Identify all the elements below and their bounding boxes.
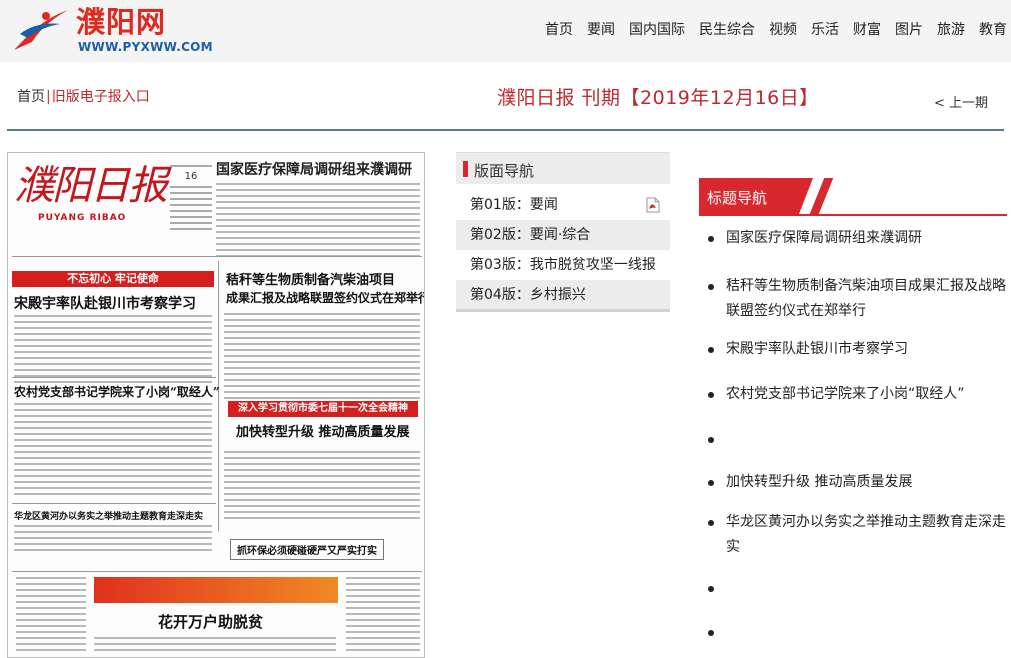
headline[interactable]: 秸秆等生物质制备汽柴油项目 [226,269,395,288]
title-item[interactable] [699,576,1009,620]
text-block [346,577,420,655]
headline[interactable]: 农村党支部书记学院来了小岗“取经人” [14,383,220,400]
edition-nav-title: 版面导航 [474,162,535,180]
title-item[interactable] [699,620,1009,650]
nav-item-video[interactable]: 视频 [762,20,804,40]
edition-item-label: 第02版：要闻·综合 [470,227,591,243]
title-item[interactable]: 华龙区黄河办以务实之举推动主题教育走深走实 [699,510,1009,576]
title-item-label: 宋殿宇率队赴银川市考察学习 [726,341,908,357]
section-band: 不忘初心 牢记使命 [12,271,214,287]
text-block [216,183,420,261]
edition-list: 第01版：要闻 第02版：要闻·综合 第03版：我市脱贫攻坚一线报 第04版：乡… [456,190,670,310]
bullet-icon [708,437,714,443]
logo-swoosh-icon [14,10,68,50]
logo-url: WWW.PYXWW.COM [78,40,213,54]
text-block [16,577,86,655]
edition-nav-header: 版面导航 [456,152,670,184]
newspaper-page-image[interactable]: 濮阳日报 PUYANG RIBAO 16 国家医疗保障局调研组来濮调研 不忘初心… [7,152,425,658]
nav-item-news[interactable]: 要闻 [580,20,622,40]
text-block [224,451,420,523]
nav-item-finance[interactable]: 财富 [846,20,888,40]
accent-stripe [809,178,834,214]
nav-item-lifestyle[interactable]: 乐活 [804,20,846,40]
bullet-icon [708,520,714,526]
title-item-label: 加快转型升级 推动高质量发展 [726,474,913,490]
section-band: 深入学习贯彻市委七届十一次全会精神 [228,401,418,417]
title-item-label: 秸秆等生物质制备汽柴油项目成果汇报及战略联盟签约仪式在郑举行 [726,278,1006,319]
edition-item-01[interactable]: 第01版：要闻 [456,190,670,220]
title-item-label: 国家医疗保障局调研组来濮调研 [726,230,922,246]
bullet-icon [708,630,714,636]
title-item[interactable]: 加快转型升级 推动高质量发展 [699,470,1009,510]
issue-title: 濮阳日报 刊期【2019年12月16日】 [497,87,819,109]
breadcrumb-old-edition-link[interactable]: 旧版电子报入口 [52,89,150,105]
text-block [94,637,336,655]
title-item[interactable]: 秸秆等生物质制备汽柴油项目成果汇报及战略联盟签约仪式在郑举行 [699,274,1009,337]
bullet-icon [708,586,714,592]
site-header: 濮阳网 WWW.PYXWW.COM 首页 要闻 国内国际 民生综合 视频 乐活 … [0,0,1011,62]
edition-item-label: 第03版：我市脱贫攻坚一线报 [470,257,656,273]
lead-headline[interactable]: 国家医疗保障局调研组来濮调研 [216,159,412,179]
title-nav-title: 标题导航 [707,189,768,207]
text-block [14,403,212,499]
title-nav-header: 标题导航 [699,178,1007,216]
headline[interactable]: 成果汇报及战略联盟签约仪式在郑举行 [226,289,424,306]
edition-item-label: 第04版：乡村振兴 [470,287,586,303]
site-logo[interactable]: 濮阳网 WWW.PYXWW.COM [10,4,213,56]
edition-nav-bottom-rule [456,309,670,312]
page-rule [12,377,216,378]
nav-item-education[interactable]: 教育 [972,20,1007,40]
main-nav: 首页 要闻 国内国际 民生综合 视频 乐活 财富 图片 旅游 教育 [538,20,1007,40]
edition-item-02[interactable]: 第02版：要闻·综合 [456,220,670,250]
bullet-icon [708,236,714,242]
previous-issue-link[interactable]: < 上一期 [934,92,988,111]
newspaper-masthead: 濮阳日报 PUYANG RIBAO [14,161,168,225]
headline[interactable]: 宋殿宇率队赴银川市考察学习 [14,293,196,313]
title-item[interactable]: 农村党支部书记学院来了小岗“取经人” [699,382,1009,427]
page-rule [12,571,422,572]
page-rule [12,256,422,257]
breadcrumb-separator: | [46,89,51,105]
accent-bar [463,161,468,177]
page-rule [12,503,216,504]
title-item-label: 农村党支部书记学院来了小岗“取经人” [726,386,965,402]
masthead-english: PUYANG RIBAO [38,213,127,223]
breadcrumb: 首页|旧版电子报入口 [17,86,150,106]
feature-banner [94,577,338,603]
bullet-icon [708,480,714,486]
title-list: 国家医疗保障局调研组来濮调研 秸秆等生物质制备汽柴油项目成果汇报及战略联盟签约仪… [699,226,1009,650]
date-day: 16 [184,171,198,182]
bullet-icon [708,284,714,290]
headline[interactable]: 抓环保必须硬碰硬严又严实打实 [230,539,384,560]
title-nav-tab: 标题导航 [699,178,813,214]
edition-item-04[interactable]: 第04版：乡村振兴 [456,280,670,310]
breadcrumb-home-link[interactable]: 首页 [17,89,45,105]
logo-text: 濮阳网 [76,5,167,39]
header-divider [7,129,1004,131]
text-block [224,313,420,403]
nav-item-photos[interactable]: 图片 [888,20,930,40]
nav-item-travel[interactable]: 旅游 [930,20,972,40]
headline[interactable]: 花开万户助脱贫 [158,611,263,632]
title-item-label: 华龙区黄河办以务实之举推动主题教育走深走实 [726,514,1006,555]
pdf-icon[interactable] [646,197,660,213]
date-block: 16 [170,161,212,253]
masthead-title: 濮阳日报 [14,163,168,209]
bullet-icon [708,392,714,398]
nav-item-world[interactable]: 国内国际 [622,20,692,40]
title-item[interactable] [699,427,1009,470]
nav-item-home[interactable]: 首页 [538,20,580,40]
title-item[interactable]: 国家医疗保障局调研组来濮调研 [699,226,1009,274]
text-block [14,525,212,555]
edition-item-label: 第01版：要闻 [470,197,558,213]
edition-nav-panel: 版面导航 第01版：要闻 第02版：要闻·综合 第03版：我市脱贫攻坚一线报 第… [456,152,670,312]
title-item[interactable]: 宋殿宇率队赴银川市考察学习 [699,337,1009,382]
edition-item-03[interactable]: 第03版：我市脱贫攻坚一线报 [456,250,670,280]
headline[interactable]: 华龙区黄河办以务实之举推动主题教育走深走实 [14,509,203,522]
nav-item-livelihood[interactable]: 民生综合 [692,20,762,40]
bullet-icon [708,347,714,353]
headline[interactable]: 加快转型升级 推动高质量发展 [236,421,410,440]
